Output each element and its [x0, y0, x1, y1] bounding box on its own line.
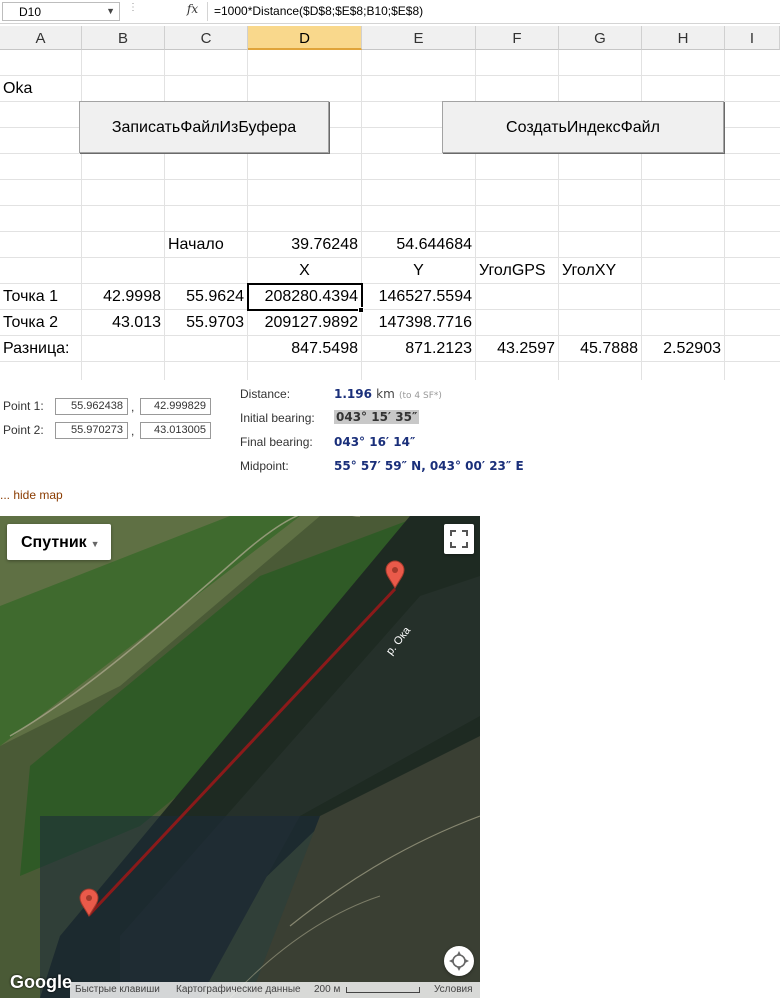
difference-angle-xy[interactable]: 45.7888: [559, 336, 641, 362]
sheet-grid[interactable]: Oka Начало 39.76248 54.644684 X Y УголGP…: [0, 50, 780, 380]
map-type-selector[interactable]: Спутник ▼: [7, 524, 111, 560]
point2-label[interactable]: Точка 2: [0, 310, 61, 336]
location-icon: [449, 951, 469, 971]
column-header-i[interactable]: I: [725, 26, 780, 50]
chevron-down-icon[interactable]: ▼: [106, 6, 115, 16]
column-header-a[interactable]: A: [0, 26, 82, 50]
point2-c[interactable]: 55.9703: [165, 310, 247, 336]
terms-link[interactable]: Условия: [434, 984, 473, 995]
map-data-link[interactable]: Картографические данные: [176, 984, 301, 995]
hide-map-link[interactable]: ... hide map: [0, 488, 63, 502]
map-footer: Быстрые клавиши Картографические данные …: [70, 982, 480, 998]
distance-label: Distance:: [240, 387, 291, 401]
midpoint-value: 55° 57′ 59″ N, 043° 00′ 23″ E: [334, 459, 524, 473]
point1-y[interactable]: 146527.5594: [362, 284, 475, 310]
fullscreen-icon: [450, 530, 468, 548]
point1-c[interactable]: 55.9624: [165, 284, 247, 310]
map-type-label: Спутник: [21, 534, 87, 551]
difference-y[interactable]: 871.2123: [362, 336, 475, 362]
point2-lat-input[interactable]: 55.970273: [55, 422, 128, 439]
scale-label[interactable]: 200 м: [314, 984, 340, 995]
column-header-c[interactable]: C: [165, 26, 248, 50]
point2-lon-input[interactable]: 43.013005: [140, 422, 211, 439]
name-box[interactable]: D10 ▼: [2, 2, 120, 21]
column-header-h[interactable]: H: [642, 26, 725, 50]
point1-b[interactable]: 42.9998: [82, 284, 164, 310]
column-header-g[interactable]: G: [559, 26, 642, 50]
distance-number: 1.196: [334, 387, 372, 401]
header-angle-gps[interactable]: УголGPS: [476, 258, 549, 284]
final-bearing-label: Final bearing:: [240, 435, 313, 449]
initial-bearing-value: 043° 15′ 35″: [334, 410, 420, 424]
difference-angle-gps[interactable]: 43.2597: [476, 336, 558, 362]
name-box-value: D10: [19, 5, 42, 19]
point1-label[interactable]: Точка 1: [0, 284, 61, 310]
column-header-d[interactable]: D: [248, 26, 362, 50]
satellite-map[interactable]: Спутник ▼ р. Ока Google Быстрые клавиши К…: [0, 516, 480, 998]
point1-label: Point 1:: [3, 399, 44, 413]
cell-a3[interactable]: Oka: [0, 76, 160, 102]
fx-icon: fx: [186, 2, 199, 16]
distance-unit: km: [376, 387, 395, 401]
pegman-compass-button[interactable]: [444, 946, 474, 976]
point2-b[interactable]: 43.013: [82, 310, 164, 336]
initial-bearing-label: Initial bearing:: [240, 411, 315, 425]
fill-handle[interactable]: [358, 307, 364, 313]
start-label[interactable]: Начало: [165, 232, 227, 258]
header-y[interactable]: Y: [362, 258, 475, 284]
active-cell-outline: [247, 283, 363, 311]
difference-label[interactable]: Разница:: [0, 336, 72, 362]
point2-y[interactable]: 147398.7716: [362, 310, 475, 336]
distance-note: (to 4 SF*): [398, 391, 442, 401]
start-y[interactable]: 54.644684: [362, 232, 475, 258]
final-bearing-value: 043° 16′ 14″: [334, 435, 416, 449]
midpoint-label: Midpoint:: [240, 459, 289, 473]
column-header-f[interactable]: F: [476, 26, 559, 50]
column-header-b[interactable]: B: [82, 26, 165, 50]
point2-label: Point 2:: [3, 423, 44, 437]
formula-input[interactable]: =1000*Distance($D$8;$E$8;B10;$E$8): [214, 4, 423, 18]
difference-x[interactable]: 847.5498: [248, 336, 361, 362]
point1-comma: ,: [131, 400, 135, 414]
scale-bar: [346, 987, 420, 993]
start-x[interactable]: 39.76248: [248, 232, 361, 258]
point1-lat-input[interactable]: 55.962438: [55, 398, 128, 415]
header-x[interactable]: X: [248, 258, 361, 284]
header-angle-xy[interactable]: УголXY: [559, 258, 619, 284]
map-imagery: [0, 516, 480, 998]
distance-calculator: Point 1: 55.962438 , 42.999829 Point 2: …: [0, 381, 530, 473]
distance-value: 1.196 km (to 4 SF*): [334, 387, 442, 401]
formula-bar: D10 ▼ ⋮ fx =1000*Distance($D$8;$E$8;B10;…: [0, 0, 780, 24]
google-logo: Google: [10, 972, 72, 992]
difference-h[interactable]: 2.52903: [642, 336, 724, 362]
insert-function-button[interactable]: fx: [178, 2, 208, 21]
caret-down-icon: ▼: [90, 539, 100, 549]
point2-comma: ,: [131, 424, 135, 438]
create-index-file-button[interactable]: СоздатьИндексФайл: [442, 101, 724, 153]
keyboard-shortcuts-link[interactable]: Быстрые клавиши: [75, 984, 160, 995]
point2-x[interactable]: 209127.9892: [248, 310, 361, 336]
formula-bar-resize-handle[interactable]: ⋮: [122, 2, 144, 21]
column-header-e[interactable]: E: [362, 26, 476, 50]
fullscreen-button[interactable]: [444, 524, 474, 554]
point1-lon-input[interactable]: 42.999829: [140, 398, 211, 415]
write-file-from-clipboard-button[interactable]: ЗаписатьФайлИзБуфера: [79, 101, 329, 153]
